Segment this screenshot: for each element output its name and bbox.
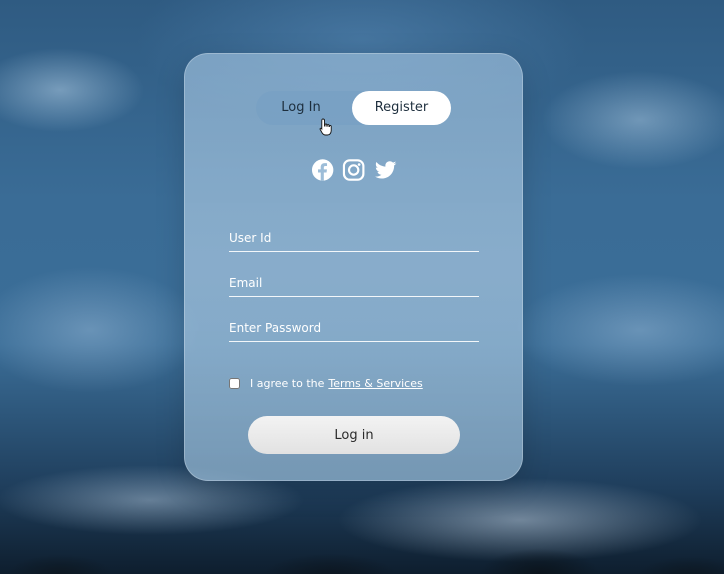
register-tab[interactable]: Register (352, 91, 451, 125)
terms-agreement: I agree to the Terms & Services (229, 377, 423, 390)
login-submit-button[interactable]: Log in (248, 416, 460, 454)
facebook-icon[interactable] (311, 158, 334, 182)
social-links (311, 158, 397, 182)
terms-link[interactable]: Terms & Services (328, 377, 422, 390)
hand-pointer-icon (319, 118, 332, 136)
user-id-field[interactable] (229, 227, 479, 249)
user-id-field-wrapper (229, 227, 479, 252)
email-field[interactable] (229, 272, 479, 294)
instagram-icon[interactable] (342, 158, 365, 182)
background-rocks (0, 514, 724, 574)
email-field-wrapper (229, 272, 479, 297)
twitter-icon[interactable] (374, 158, 397, 182)
auth-toggle: Log In Register (256, 91, 451, 125)
password-field[interactable] (229, 317, 479, 339)
password-field-wrapper (229, 317, 479, 342)
terms-checkbox[interactable] (229, 378, 240, 389)
terms-text: I agree to the (250, 377, 325, 390)
login-card: Log In Register I agree to the Terms & S… (184, 53, 523, 481)
